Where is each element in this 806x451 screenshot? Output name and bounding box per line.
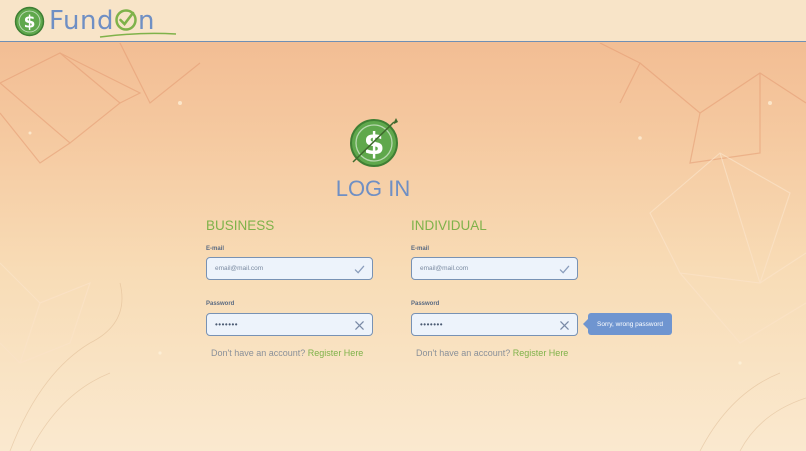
signup-prompt: Don't have an account? Register Here	[211, 348, 363, 358]
check-icon	[559, 265, 570, 274]
close-icon[interactable]	[354, 320, 365, 331]
check-icon	[354, 265, 365, 274]
business-heading: BUSINESS	[206, 218, 275, 233]
background-decoration	[0, 43, 806, 451]
individual-login-form: INDIVIDUAL E-mail email@mail.com Passwor…	[411, 218, 581, 358]
page-title: LOG IN	[335, 176, 411, 201]
register-link[interactable]: Register Here	[513, 348, 569, 358]
business-password-field[interactable]: •••••••	[206, 313, 373, 336]
dollar-coin-icon: $	[14, 6, 45, 36]
email-value: email@mail.com	[215, 265, 264, 272]
password-error-tooltip: Sorry, wrong password	[583, 313, 672, 335]
business-login-form: BUSINESS E-mail email@mail.com Password …	[206, 218, 376, 358]
password-value: •••••••	[420, 320, 444, 329]
brand-logo[interactable]: $ Fund n	[14, 4, 177, 38]
password-value: •••••••	[215, 320, 239, 329]
business-email-field[interactable]: email@mail.com	[206, 257, 373, 280]
svg-text:$: $	[364, 127, 385, 162]
svg-text:$: $	[24, 12, 36, 32]
email-value: email@mail.com	[420, 265, 469, 272]
dollar-coin-icon: $	[350, 118, 398, 167]
signup-prompt: Don't have an account? Register Here	[416, 348, 568, 358]
email-label: E-mail	[206, 246, 225, 252]
password-label: Password	[206, 301, 235, 307]
top-bar: $ Fund n	[0, 0, 806, 42]
close-icon[interactable]	[559, 320, 570, 331]
individual-heading: INDIVIDUAL	[411, 218, 487, 233]
individual-email-field[interactable]: email@mail.com	[411, 257, 578, 280]
password-label: Password	[411, 301, 440, 307]
swoosh-decoration	[99, 32, 177, 38]
signup-text: Don't have an account?	[211, 348, 308, 358]
individual-password-field[interactable]: •••••••	[411, 313, 578, 336]
register-link[interactable]: Register Here	[308, 348, 364, 358]
email-label: E-mail	[411, 246, 430, 252]
signup-text: Don't have an account?	[416, 348, 513, 358]
check-circle-icon	[115, 9, 137, 31]
